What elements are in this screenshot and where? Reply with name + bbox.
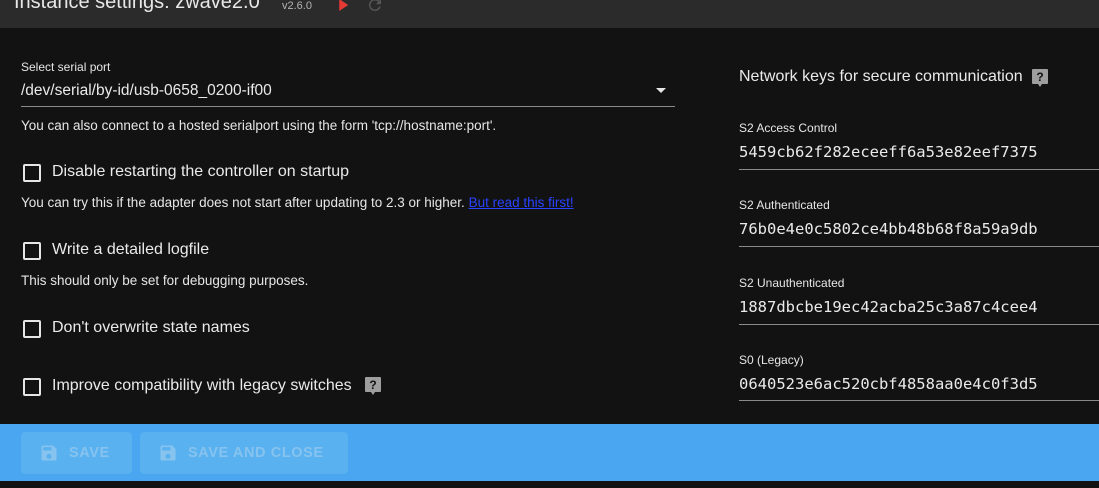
- key-underline: [739, 400, 1099, 401]
- save-button[interactable]: SAVE: [21, 432, 132, 474]
- save-icon: [41, 445, 57, 461]
- key-underline: [739, 324, 1099, 325]
- checkbox-dont-overwrite-names[interactable]: [23, 320, 41, 338]
- serial-port-helper: You can also connect to a hosted serialp…: [21, 118, 497, 133]
- key-input-s0-legacy[interactable]: 0640523e6ac520cbf4858aa0e4c0f3d5: [739, 375, 1038, 393]
- chevron-down-icon[interactable]: [656, 88, 666, 93]
- checkbox-label-detailed-logfile[interactable]: Write a detailed logfile: [52, 241, 209, 259]
- save-button-label: SAVE: [69, 445, 110, 461]
- footer-bar: SAVE SAVE AND CLOSE: [0, 424, 1099, 481]
- key-underline: [739, 169, 1099, 170]
- settings-content: Select serial port /dev/serial/by-id/usb…: [0, 28, 1099, 424]
- select-underline: [21, 106, 675, 107]
- checkbox-label-disable-restart[interactable]: Disable restarting the controller on sta…: [52, 163, 349, 181]
- dialog-title: Instance settings: zwave2.0: [14, 0, 260, 13]
- svg-text:?: ?: [369, 378, 376, 392]
- checkbox-label-legacy-switches[interactable]: Improve compatibility with legacy switch…: [52, 377, 352, 395]
- play-icon[interactable]: [334, 0, 352, 14]
- title-bar: Instance settings: zwave2.0 v2.6.0: [0, 0, 1099, 28]
- serial-port-label: Select serial port: [21, 60, 111, 74]
- version-label: v2.6.0: [282, 0, 312, 12]
- disable-restart-helper: You can try this if the adapter does not…: [21, 195, 574, 210]
- svg-text:?: ?: [1036, 70, 1043, 84]
- checkbox-detailed-logfile[interactable]: [23, 242, 41, 260]
- bottom-strip: [0, 481, 1099, 488]
- help-icon[interactable]: ?: [1031, 68, 1049, 88]
- checkbox-legacy-switches[interactable]: [23, 378, 41, 396]
- checkbox-disable-restart[interactable]: [23, 164, 41, 182]
- reload-icon[interactable]: [366, 0, 384, 14]
- network-keys-title: Network keys for secure communication: [739, 68, 1023, 85]
- save-icon: [160, 445, 176, 461]
- save-and-close-button[interactable]: SAVE AND CLOSE: [140, 432, 348, 474]
- save-and-close-button-label: SAVE AND CLOSE: [188, 445, 324, 461]
- key-underline: [739, 246, 1099, 247]
- disable-restart-helper-text: You can try this if the adapter does not…: [21, 195, 465, 210]
- read-this-first-link[interactable]: But read this first!: [469, 195, 574, 210]
- key-input-s2-unauthenticated[interactable]: 1887dbcbe19ec42acba25c3a87c4cee4: [739, 298, 1038, 316]
- key-input-s2-authenticated[interactable]: 76b0e4e0c5802ce4bb48b68f8a59a9db: [739, 220, 1038, 238]
- key-input-s2-access-control[interactable]: 5459cb62f282eceeff6a53e82eef7375: [739, 143, 1038, 161]
- key-label-s2-authenticated: S2 Authenticated: [739, 198, 830, 212]
- key-label-s2-unauthenticated: S2 Unauthenticated: [739, 276, 845, 290]
- logfile-helper: This should only be set for debugging pu…: [21, 273, 309, 288]
- checkbox-label-dont-overwrite-names[interactable]: Don't overwrite state names: [52, 319, 250, 337]
- help-icon[interactable]: ?: [364, 376, 382, 396]
- key-label-s0-legacy: S0 (Legacy): [739, 353, 804, 367]
- key-label-s2-access-control: S2 Access Control: [739, 121, 838, 135]
- serial-port-select[interactable]: /dev/serial/by-id/usb-0658_0200-if00: [21, 82, 272, 100]
